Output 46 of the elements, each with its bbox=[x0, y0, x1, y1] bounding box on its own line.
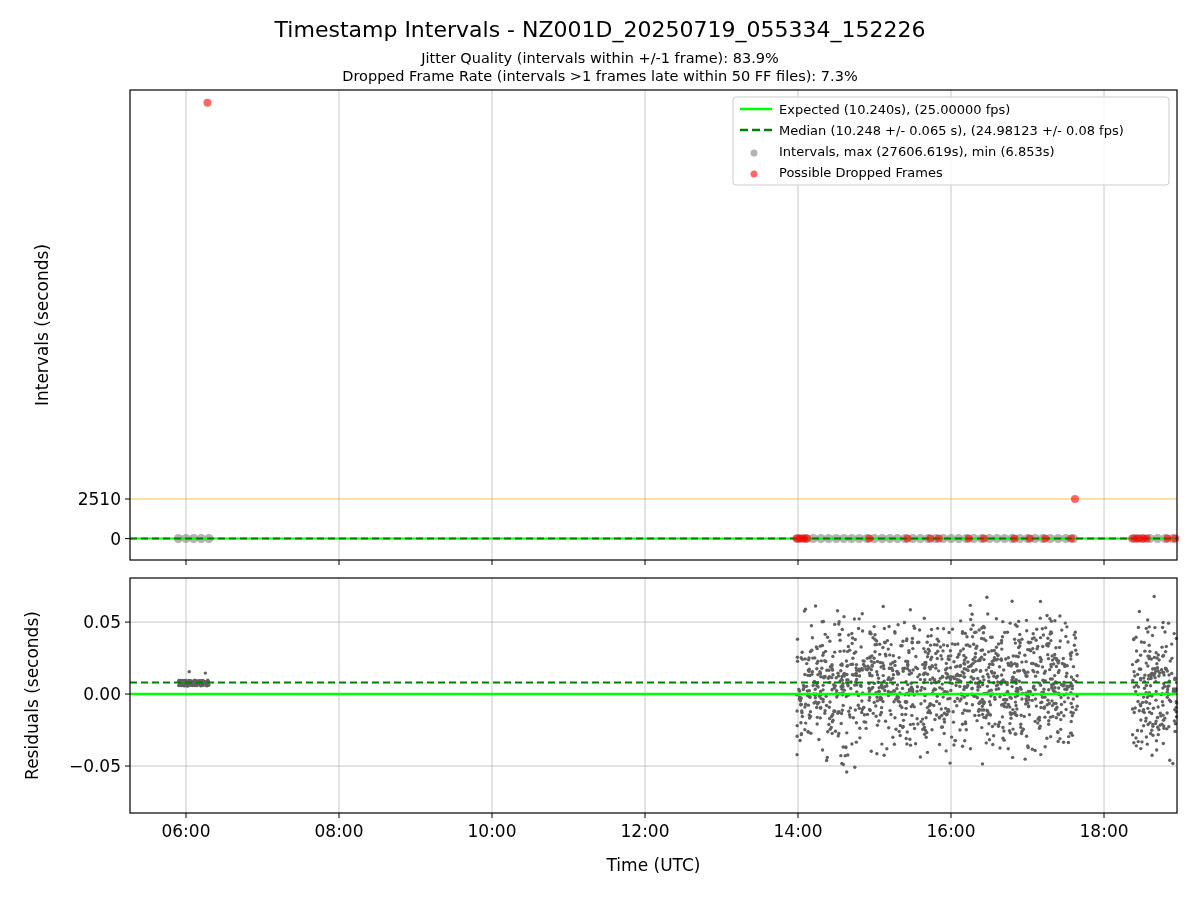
legend-label: Intervals, max (27606.619s), min (6.853s) bbox=[779, 144, 1055, 159]
dropped-frame-point bbox=[1139, 534, 1148, 543]
x-tick-label: 10:00 bbox=[467, 821, 517, 841]
x-tick-label: 16:00 bbox=[926, 821, 976, 841]
legend-label: Expected (10.240s), (25.00000 fps) bbox=[779, 102, 1011, 117]
figure-subtitle: Dropped Frame Rate (intervals >1 frames late within 50 FF files): 7.3% bbox=[342, 68, 858, 84]
y-tick-label: 0.05 bbox=[83, 612, 121, 633]
x-axis-label: Time (UTC) bbox=[606, 855, 701, 875]
x-tick-label: 06:00 bbox=[161, 821, 211, 841]
dropped-frame-point bbox=[203, 98, 212, 107]
y-tick-label: 2510 bbox=[77, 489, 121, 509]
x-tick-label: 12:00 bbox=[620, 821, 670, 841]
dropped-frame-point bbox=[903, 534, 912, 543]
dropped-frame-point bbox=[1135, 534, 1144, 543]
dropped-frame-point bbox=[1067, 534, 1076, 543]
dropped-frame-point bbox=[1025, 534, 1034, 543]
dropped-frame-point bbox=[1171, 534, 1180, 543]
legend-label: Possible Dropped Frames bbox=[779, 165, 943, 180]
dropped-frame-point bbox=[1041, 534, 1050, 543]
y-tick-label: 0.00 bbox=[83, 684, 121, 705]
figure-subtitle: Jitter Quality (intervals within +/-1 frame): 83.9% bbox=[421, 50, 779, 66]
dropped-frame-point bbox=[803, 534, 812, 543]
y-tick-label: −0.05 bbox=[68, 756, 121, 777]
legend-line-swatch bbox=[740, 128, 772, 132]
y-axis-label: Intervals (seconds) bbox=[32, 243, 52, 407]
y-tick-label: 0 bbox=[110, 528, 121, 549]
dropped-frame-point bbox=[1132, 534, 1141, 543]
dropped-frame-point bbox=[1142, 534, 1151, 543]
dropped-frame-point bbox=[865, 534, 874, 543]
legend-dot-swatch bbox=[750, 170, 758, 178]
dropped-frame-point bbox=[1128, 534, 1137, 543]
x-tick-label: 14:00 bbox=[773, 821, 823, 841]
dropped-frame-point bbox=[964, 534, 973, 543]
figure-title: Timestamp Intervals - NZ001D_20250719_055334_152226 bbox=[274, 17, 926, 42]
x-tick-label: 08:00 bbox=[314, 821, 364, 841]
x-tick-label: 18:00 bbox=[1079, 821, 1129, 841]
dropped-frame-point bbox=[1163, 534, 1172, 543]
legend-dot-swatch bbox=[750, 149, 758, 157]
legend-line-swatch bbox=[740, 107, 772, 111]
dropped-frame-point bbox=[979, 534, 988, 543]
legend-label: Median (10.248 +/- 0.065 s), (24.98123 +/- 0.08 fps) bbox=[779, 123, 1124, 138]
dropped-frame-point bbox=[934, 534, 943, 543]
dropped-frame-point bbox=[926, 534, 935, 543]
dropped-frame-point bbox=[1010, 534, 1019, 543]
y-axis-label: Residuals (seconds) bbox=[22, 611, 42, 780]
dropped-frame-point bbox=[1070, 495, 1079, 503]
